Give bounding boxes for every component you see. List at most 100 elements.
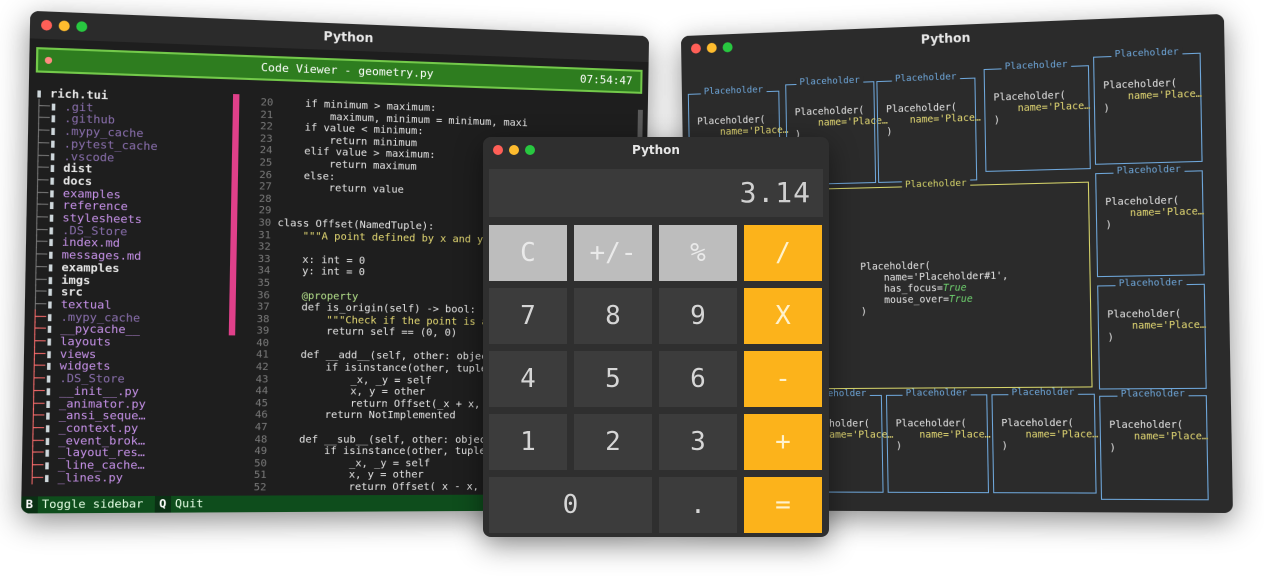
file-tree[interactable]: ▮ rich.tui ├─▮ .git ├─▮ .github ├─▮ .mypy_c… [28,87,231,492]
calc-key-equals[interactable]: = [744,477,822,533]
calculator-window: Python 3.14 C +/-%/ 7 8 9 X 4 5 6- 1 2 3 +0. = [483,137,829,537]
calc-key-5[interactable]: 5 [574,351,652,407]
tree-item[interactable]: ├─▮ _lines.py [28,472,224,485]
placeholder-widget[interactable]: Placeholder Placeholder( name='Place… ) [1093,53,1203,165]
placeholder-label: Placeholder [1117,389,1188,401]
maximize-window-button[interactable] [525,145,535,155]
line-number: 22 [241,120,273,133]
line-number: 27 [240,181,272,194]
line-number: 33 [239,253,271,266]
placeholder-label: Placeholder [796,75,863,89]
calc-key-decimal[interactable]: . [659,477,737,533]
line-number: 36 [238,289,270,302]
placeholder-label: Placeholder [1113,164,1184,177]
line-number: 50 [235,458,267,470]
line-number: 38 [237,313,269,325]
right-window-title: Python [921,30,971,46]
close-window-button[interactable] [691,43,701,53]
bug-icon: ● [45,50,53,71]
calc-key-divide[interactable]: / [744,225,822,281]
folder-icon: ▮ [43,471,58,485]
close-window-button[interactable] [41,20,52,31]
calc-key-plus[interactable]: + [744,414,822,470]
calc-key-percent[interactable]: % [659,225,737,281]
line-number: 28 [240,193,272,206]
line-number: 30 [239,217,271,230]
placeholder-text: Placeholder( name='Place… ) [1107,308,1206,344]
quit-binding[interactable]: Quit [170,496,207,513]
placeholder-text: Placeholder( name='Place… ) [1001,418,1098,452]
calc-key-3[interactable]: 3 [659,414,737,470]
footer-key-b[interactable]: B [21,496,37,513]
line-number: 35 [238,277,270,290]
placeholder-label: Placeholder [1008,388,1077,400]
minimize-window-button[interactable] [59,20,70,31]
calculator-display: 3.14 [489,169,823,217]
maximize-window-button[interactable] [723,42,733,52]
calc-key-sign[interactable]: +/- [574,225,652,281]
placeholder-label: Placeholder [701,85,766,98]
placeholder-widget[interactable]: Placeholder Placeholder( name='Place… ) [876,78,977,183]
placeholder-text: Placeholder( name='Place… ) [886,101,981,138]
calc-title-bar: Python [483,137,829,163]
line-number: 49 [235,446,267,458]
line-number: 46 [236,410,268,422]
calc-key-7[interactable]: 7 [489,288,567,344]
calc-key-6[interactable]: 6 [659,351,737,407]
placeholder-widget[interactable]: Placeholder Placeholder( name='Place… ) [1097,284,1207,390]
placeholder-text: Placeholder( name='Place… ) [795,104,888,140]
line-number: 48 [235,434,267,446]
line-number: 47 [236,422,268,434]
line-number: 40 [237,337,269,349]
line-number: 23 [241,133,273,146]
toggle-sidebar-binding[interactable]: Toggle sidebar [37,496,148,513]
calc-key-0[interactable]: 0 [489,477,652,533]
placeholder-widget[interactable]: Placeholder Placeholder( name='Place… ) [886,394,989,493]
line-number: 25 [240,157,272,170]
placeholder-label: Placeholder [902,388,970,400]
line-number: 21 [241,108,273,121]
close-window-button[interactable] [493,145,503,155]
calc-key-4[interactable]: 4 [489,351,567,407]
calc-key-multiply[interactable]: X [744,288,822,344]
footer-key-q[interactable]: Q [155,496,171,513]
header-title: Code Viewer - geometry.py [261,61,434,81]
calc-key-c[interactable]: C [489,225,567,281]
line-number-gutter: 20 21 22 23 24 25 26 27 28 29 30 31 32 33 34 35 36 37 38 39… [234,96,273,491]
placeholder-widget[interactable]: Placeholder Placeholder( name='Place… ) [1099,395,1209,500]
line-number: 44 [236,386,268,398]
placeholder-text: Placeholder( name='Place… ) [1109,419,1208,454]
calc-key-1[interactable]: 1 [489,414,567,470]
line-number: 51 [235,470,267,482]
header-clock: 07:54:47 [580,70,633,92]
placeholder-widget[interactable]: Placeholder Placeholder( name='Place… ) [984,65,1091,172]
line-number: 37 [238,301,270,313]
line-number: 41 [237,349,269,361]
line-number: 32 [239,241,271,254]
tree-guide: ├─ [28,471,43,485]
maximize-window-button[interactable] [76,21,87,32]
placeholder-widget[interactable]: Placeholder Placeholder( name='Place… ) [1095,170,1205,277]
code-scrollbar[interactable] [637,110,642,140]
placeholder-text: Placeholder( name='Place… ) [896,418,991,452]
placeholder-widget[interactable]: Placeholder Placeholder( name='Place… ) [991,394,1096,494]
calc-key-minus[interactable]: - [744,351,822,407]
tree-item-label: _lines.py [58,471,123,485]
calc-key-2[interactable]: 2 [574,414,652,470]
line-number: 34 [238,265,270,278]
line-number: 31 [239,229,271,242]
placeholder-text: Placeholder( name='Place… ) [1105,194,1204,231]
line-number: 29 [239,205,271,218]
line-number: 52 [234,482,266,494]
calc-key-9[interactable]: 9 [659,288,737,344]
line-number: 42 [237,362,269,374]
placeholder-label: Placeholder [902,179,970,192]
minimize-window-button[interactable] [707,43,717,53]
line-number: 20 [241,96,273,109]
minimize-window-button[interactable] [509,145,519,155]
calc-key-8[interactable]: 8 [574,288,652,344]
line-number: 24 [240,145,272,158]
focused-placeholder-text: Placeholder( name='Placeholder#1', has_f… [860,259,1009,318]
focused-placeholder-widget[interactable]: Placeholder Placeholder( name='Placeholde… [787,182,1093,390]
left-window-title: Python [323,29,373,45]
